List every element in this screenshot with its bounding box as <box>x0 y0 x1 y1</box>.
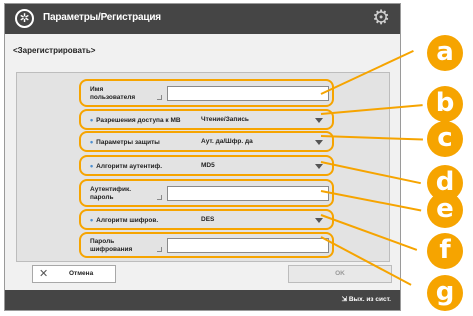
logout-label: Вых. из сист. <box>348 296 391 303</box>
device-screen: ✲ Параметры/Регистрация ⚙ <Зарегистриров… <box>4 3 401 311</box>
auth-method-row: • Алгоритм аутентиф. MD5 <box>79 155 334 176</box>
callout-c: c <box>427 121 463 157</box>
triangle-down-icon <box>315 140 323 145</box>
auth-password-row: Аутентифик. пароль <box>79 179 334 207</box>
triangle-down-icon <box>315 218 323 223</box>
access-select[interactable]: Чтение/Запись <box>201 113 325 127</box>
bullet-icon: • <box>90 161 94 171</box>
auth-password-label: Аутентифик. пароль <box>90 186 132 201</box>
bullet-icon: • <box>90 115 94 125</box>
access-value: Чтение/Запись <box>201 116 249 123</box>
bullet-icon: • <box>90 137 94 147</box>
encryption-row: • Алгоритм шифров. DES <box>79 209 334 230</box>
section-subtitle: <Зарегистрировать> <box>13 46 96 55</box>
user-name-row: Имя пользователя <box>79 79 334 107</box>
security-value: Аут. да/Шфр. да <box>201 138 253 145</box>
encryption-label-text: Алгоритм шифров. <box>96 217 159 224</box>
bullet-icon: • <box>90 215 94 225</box>
triangle-down-icon <box>315 164 323 169</box>
access-label: • Разрешения доступа к МВ <box>90 116 181 125</box>
corner-mark <box>157 195 162 200</box>
security-select[interactable]: Аут. да/Шфр. да <box>201 135 325 149</box>
auth-password-field[interactable] <box>167 186 329 201</box>
bottom-bar: ⇲ Вых. из сист. <box>5 290 400 310</box>
page-title: Параметры/Регистрация <box>43 12 161 23</box>
auth-method-label-text: Алгоритм аутентиф. <box>96 163 163 170</box>
corner-mark <box>157 95 162 100</box>
callout-b: b <box>427 86 463 122</box>
callout-f: f <box>427 233 463 269</box>
logout-button[interactable]: ⇲ Вых. из сист. <box>342 295 391 303</box>
security-label: • Параметры защиты <box>90 138 160 147</box>
encryption-password-field[interactable] <box>167 238 329 253</box>
callout-e: e <box>427 192 463 228</box>
encryption-value: DES <box>201 216 215 223</box>
security-row: • Параметры защиты Аут. да/Шфр. да <box>79 131 334 152</box>
gear-icon[interactable]: ⚙ <box>372 7 390 29</box>
settings-register-icon: ✲ <box>15 9 34 28</box>
close-icon: ✕ <box>39 268 49 280</box>
form-panel: Имя пользователя • Разрешения доступа к М… <box>16 72 390 262</box>
ok-label: OK <box>335 270 345 277</box>
user-name-label: Имя пользователя <box>90 86 136 101</box>
auth-method-value: MD5 <box>201 162 215 169</box>
corner-mark <box>157 247 162 252</box>
cancel-label: Отмена <box>69 270 94 277</box>
cancel-button[interactable]: ✕ Отмена <box>32 265 116 283</box>
access-label-text: Разрешения доступа к МВ <box>96 117 181 124</box>
encryption-password-label: Пароль шифрования <box>90 238 133 253</box>
logout-icon: ⇲ <box>341 296 349 303</box>
title-bar: ✲ Параметры/Регистрация ⚙ <box>5 4 400 34</box>
auth-method-select[interactable]: MD5 <box>201 159 325 173</box>
triangle-down-icon <box>315 118 323 123</box>
encryption-password-row: Пароль шифрования <box>79 232 334 258</box>
callout-g: g <box>427 275 463 311</box>
encryption-select[interactable]: DES <box>201 213 325 227</box>
user-name-field[interactable] <box>167 86 329 101</box>
encryption-label: • Алгоритм шифров. <box>90 216 158 225</box>
callout-a: a <box>427 35 463 71</box>
auth-method-label: • Алгоритм аутентиф. <box>90 162 162 171</box>
access-row: • Разрешения доступа к МВ Чтение/Запись <box>79 109 334 130</box>
security-label-text: Параметры защиты <box>96 139 160 146</box>
